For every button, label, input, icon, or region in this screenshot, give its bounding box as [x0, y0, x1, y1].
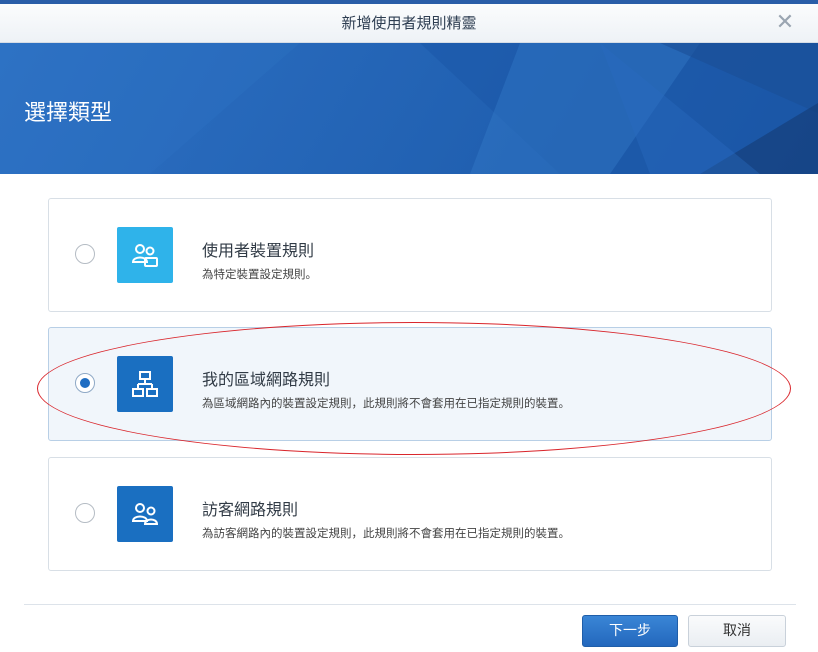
option-guest-network-rule[interactable]: 訪客網路規則 為訪客網路內的裝置設定規則，此規則將不會套用在已指定規則的裝置。 — [48, 457, 772, 571]
radio-selected-dot — [80, 378, 90, 388]
option-description: 為特定裝置設定規則。 — [202, 267, 317, 281]
option-description: 為訪客網路內的裝置設定規則，此規則將不會套用在已指定規則的裝置。 — [202, 526, 570, 540]
option-title: 我的區域網路規則 — [202, 370, 331, 389]
next-button[interactable]: 下一步 — [582, 615, 678, 647]
radio-lan-rule[interactable] — [75, 373, 95, 393]
step-title: 選擇類型 — [24, 101, 113, 126]
dialog-title: 新增使用者規則精靈 — [341, 14, 477, 32]
wizard-banner: 選擇類型 — [0, 43, 818, 174]
option-title: 使用者裝置規則 — [202, 241, 315, 260]
option-title: 訪客網路規則 — [202, 500, 299, 519]
guest-users-icon — [117, 486, 173, 542]
close-icon[interactable]: ✕ — [770, 4, 800, 42]
cancel-button[interactable]: 取消 — [688, 615, 786, 647]
user-devices-icon — [117, 227, 173, 283]
option-lan-rule[interactable]: 我的區域網路規則 為區域網路內的裝置設定規則，此規則將不會套用在已指定規則的裝置… — [48, 327, 772, 441]
network-topology-icon — [117, 356, 173, 412]
radio-guest-network-rule[interactable] — [75, 503, 95, 523]
banner-background-shapes — [0, 43, 818, 174]
option-description: 為區域網路內的裝置設定規則，此規則將不會套用在已指定規則的裝置。 — [202, 396, 570, 410]
dialog-titlebar: 新增使用者規則精靈 — [0, 4, 818, 43]
option-user-device-rule[interactable]: 使用者裝置規則 為特定裝置設定規則。 — [48, 198, 772, 312]
footer-divider — [24, 604, 796, 605]
radio-user-device-rule[interactable] — [75, 244, 95, 264]
